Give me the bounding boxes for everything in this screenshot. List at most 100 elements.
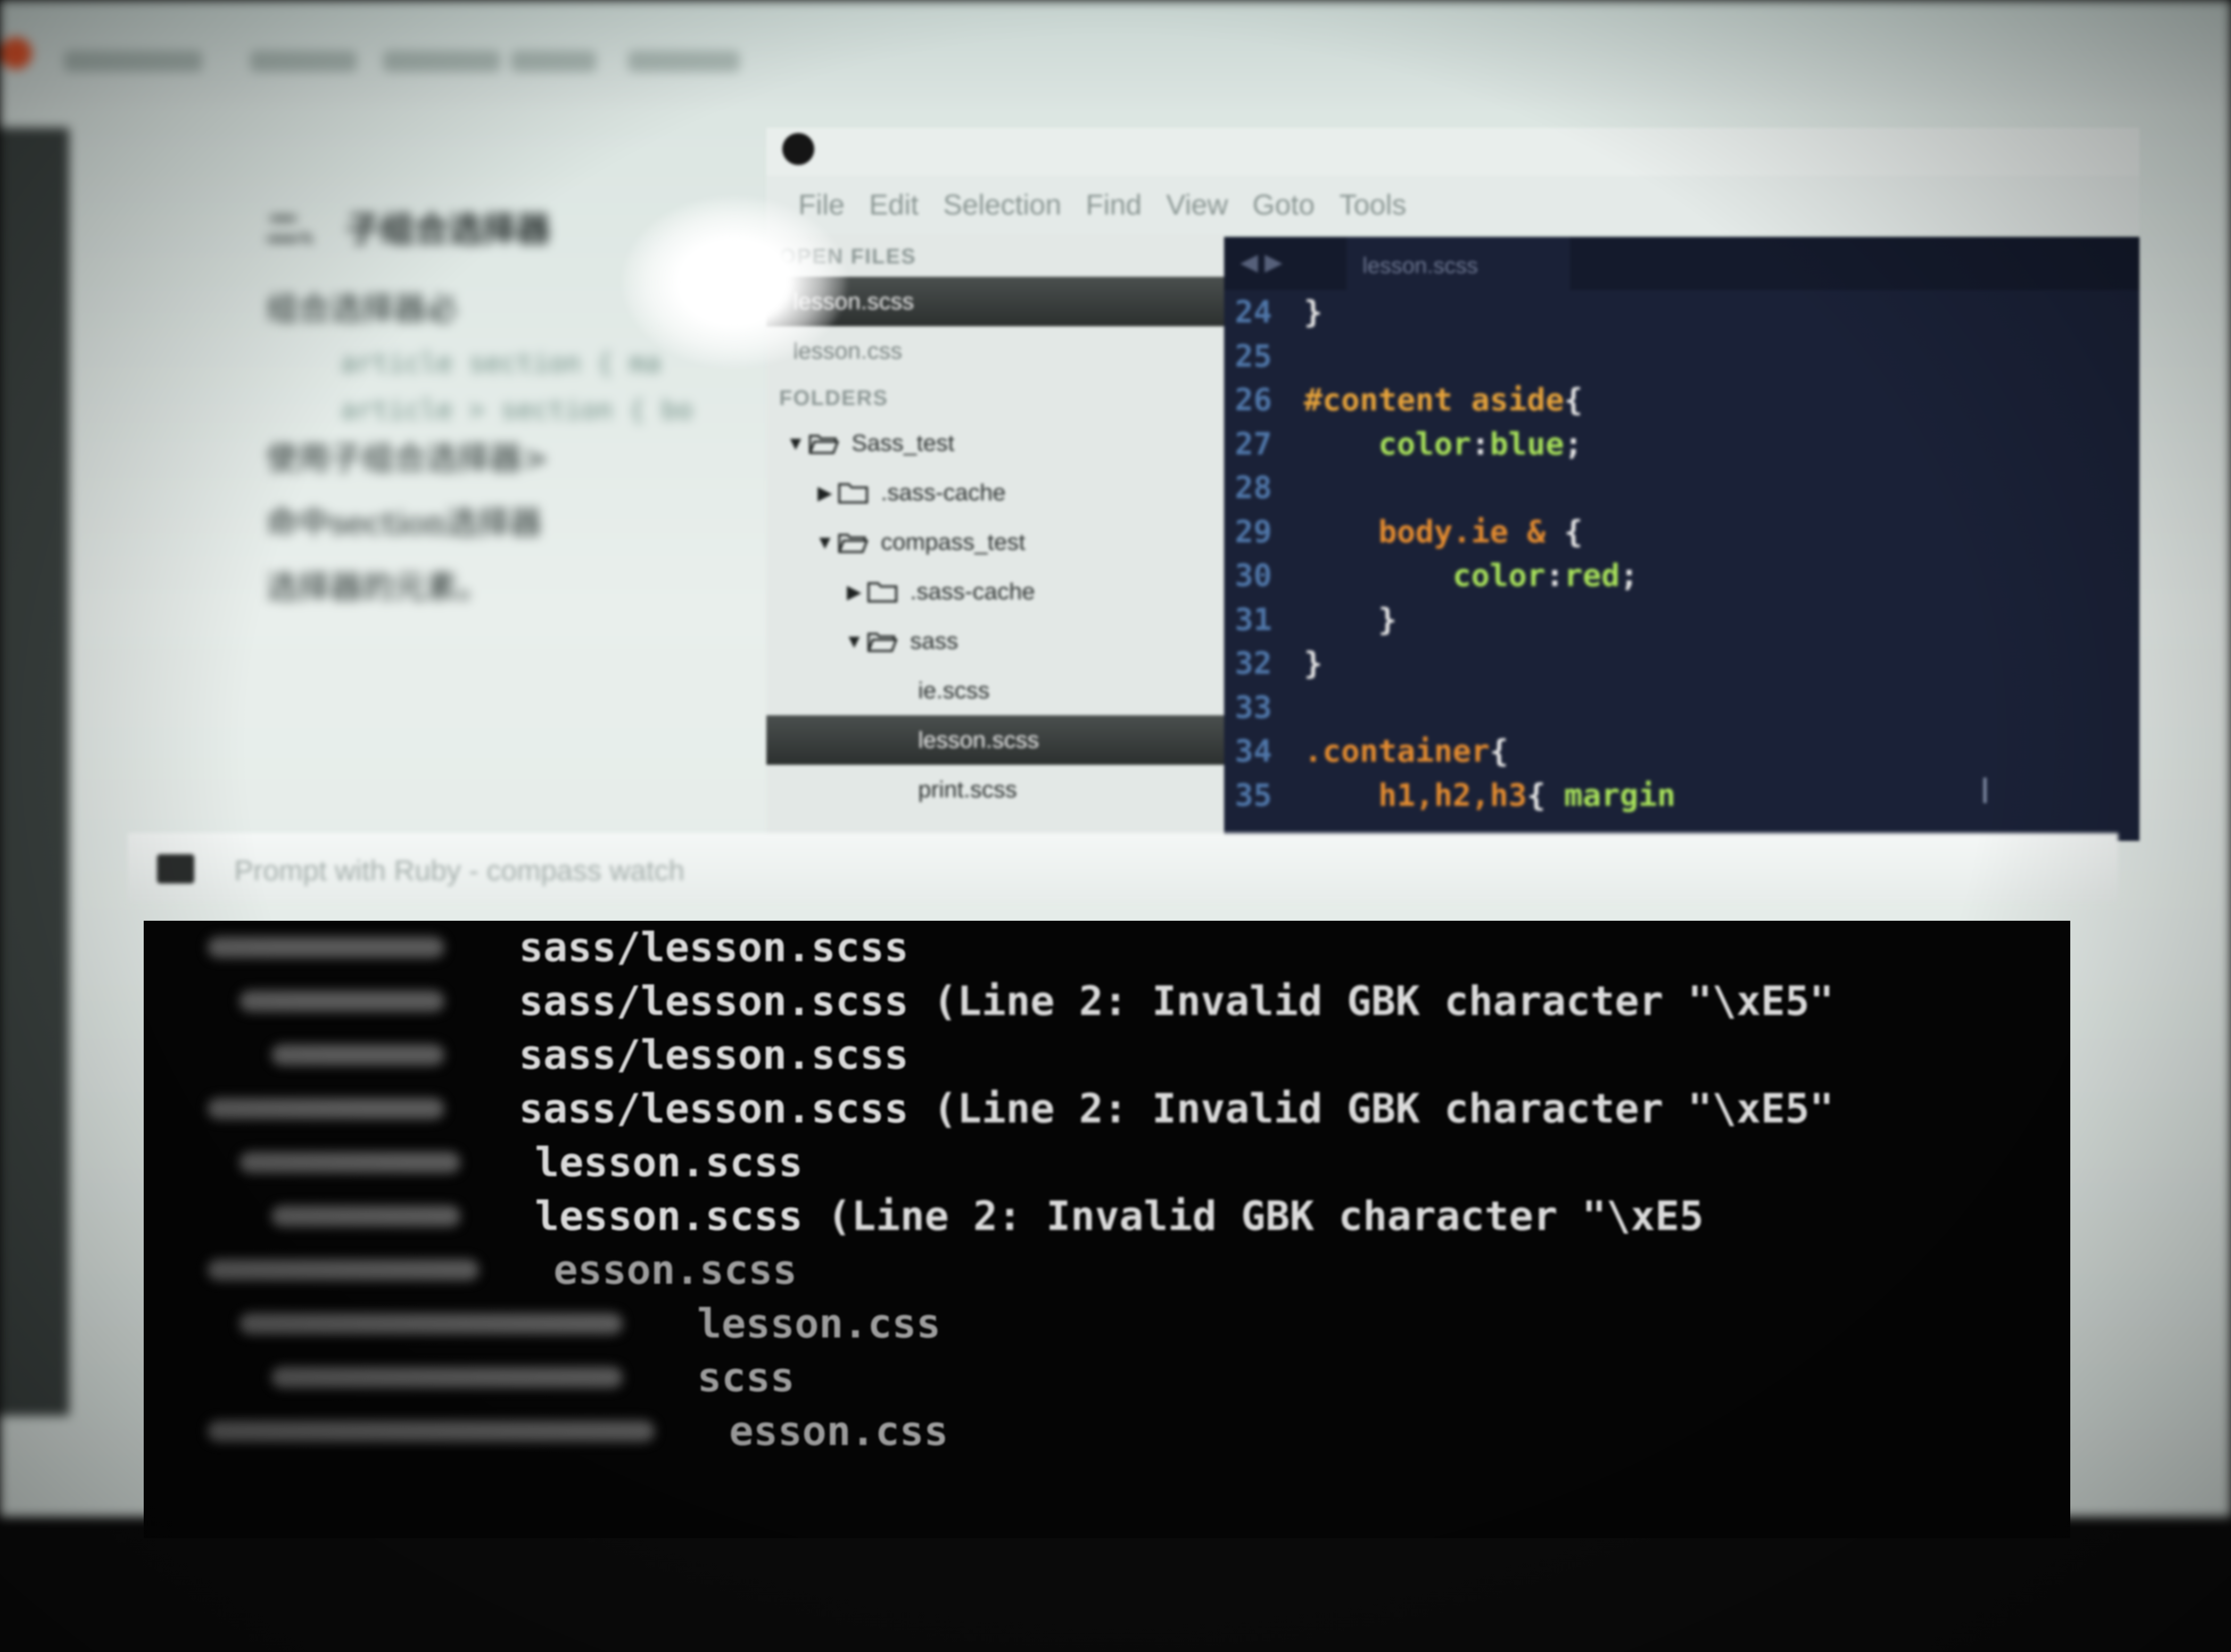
browser-tab[interactable] (64, 51, 202, 72)
text-cursor-icon: I (1980, 770, 1990, 811)
code-line[interactable]: 26 #content aside{ (1224, 378, 2139, 422)
cmd-blurred-prefix (208, 1420, 655, 1442)
disclosure-down-icon[interactable]: ▼ (812, 531, 838, 554)
page-sidebar (0, 128, 69, 1416)
cmd-output-line: lesson.scss (535, 1138, 803, 1192)
cmd-file-path: sass/lesson.scss (519, 977, 909, 1025)
cmd-blurred-prefix (271, 1367, 623, 1388)
cmd-blurred-prefix (239, 1152, 460, 1173)
folder-tree-file[interactable]: print.scss (766, 765, 1224, 814)
folder-icon (867, 581, 897, 602)
folder-tree-folder[interactable]: ▼ compass_test (766, 517, 1224, 567)
code-line[interactable]: 31 } (1224, 598, 2139, 642)
line-number: 32 (1235, 645, 1272, 682)
disclosure-right-icon[interactable]: ▶ (812, 482, 838, 504)
code-token: { (1564, 382, 1583, 418)
code-line[interactable]: 34 .container{ (1224, 729, 2139, 773)
menu-view[interactable]: View (1166, 188, 1228, 221)
cmd-blurred-prefix (208, 1259, 479, 1281)
code-line[interactable]: 30 color: red; (1224, 554, 2139, 598)
cmd-title-bar[interactable]: Prompt with Ruby - compass watch (128, 833, 2118, 902)
folder-open-icon (838, 532, 868, 553)
code-token: ; (1619, 557, 1639, 594)
tree-item-label: Sass_test (852, 429, 955, 456)
menu-tools[interactable]: Tools (1339, 188, 1406, 221)
line-number: 34 (1235, 733, 1272, 770)
cmd-file-path: scss (697, 1353, 795, 1401)
cmd-file-path: lesson.scss (535, 1192, 803, 1240)
cmd-file-path: sass/lesson.scss (519, 923, 909, 971)
editor-tab-lesson-scss[interactable]: lesson.scss (1346, 237, 1570, 290)
tree-item-label: .sass-cache (881, 479, 1006, 506)
browser-tab-strip (0, 0, 2231, 106)
editor-tab-bar: ◀ ▶ lesson.scss (1224, 237, 2139, 290)
folder-tree-file[interactable]: lesson.scss (766, 715, 1224, 765)
cmd-file-path: lesson.scss (535, 1138, 803, 1186)
code-token: ; (1564, 425, 1583, 462)
code-line[interactable]: 27 color: blue; (1224, 422, 2139, 466)
code-token: #content aside (1304, 382, 1564, 418)
code-editor[interactable]: ◀ ▶ lesson.scss 24} 25 26 #content aside{27… (1224, 237, 2139, 841)
cmd-blurred-prefix (239, 1313, 623, 1334)
cmd-file-path: sass/lesson.scss (519, 1085, 909, 1132)
sublime-menu-bar: File Edit Selection Find View Goto Tools (766, 176, 2139, 234)
folder-tree-folder[interactable]: ▼ Sass_test (766, 418, 1224, 468)
cmd-error-message: (Line 2: Invalid GBK character "\xE5" (908, 977, 1834, 1025)
code-token: : (1545, 557, 1564, 594)
menu-goto[interactable]: Goto (1252, 188, 1315, 221)
code-token: color (1452, 557, 1546, 594)
code-token: } (1304, 601, 1397, 638)
line-number: 26 (1235, 382, 1272, 418)
menu-selection[interactable]: Selection (943, 188, 1061, 221)
code-token: .container (1304, 733, 1490, 770)
cmd-output-line: lesson.css (697, 1300, 941, 1353)
code-line[interactable]: 35 h1,h2,h3{ margin (1224, 773, 2139, 817)
editor-text-area[interactable]: 24} 25 26 #content aside{27 color: blue; 28 29… (1224, 290, 2139, 817)
browser-tab[interactable] (628, 51, 740, 72)
cmd-output-line: sass/lesson.scss (519, 1031, 908, 1084)
browser-tab[interactable] (250, 51, 357, 72)
menu-find[interactable]: Find (1086, 188, 1142, 221)
folder-tree-file[interactable]: ie.scss (766, 666, 1224, 715)
code-token: : (1471, 425, 1490, 462)
article-paragraph: 选择器的元素。 (266, 569, 490, 606)
cmd-output-line: esson.scss (553, 1246, 797, 1299)
folder-tree-folder[interactable]: ▶ .sass-cache (766, 567, 1224, 616)
browser-tab[interactable] (383, 51, 500, 72)
disclosure-down-icon[interactable]: ▼ (782, 432, 809, 455)
cmd-output-line: esson.css (729, 1407, 948, 1460)
code-line[interactable]: 24} (1224, 290, 2139, 334)
line-number: 25 (1235, 337, 1272, 374)
folder-tree-folder[interactable]: ▶ .sass-cache (766, 468, 1224, 517)
cmd-file-path: esson.css (729, 1407, 948, 1455)
line-number: 31 (1235, 601, 1272, 638)
cmd-output-area[interactable]: sass/lesson.scss sass/lesson.scss (Line 2… (144, 921, 2070, 1538)
cmd-output-line: sass/lesson.scss (Line 2: Invalid GBK ch… (519, 977, 1834, 1030)
disclosure-right-icon[interactable]: ▶ (841, 581, 867, 603)
editor-tab-label: lesson.scss (1362, 253, 1478, 278)
line-number: 27 (1235, 425, 1272, 462)
cmd-output-line: scss (697, 1353, 795, 1407)
code-line[interactable]: 28 (1224, 466, 2139, 510)
disclosure-down-icon[interactable]: ▼ (841, 630, 867, 652)
browser-tab[interactable] (511, 51, 596, 72)
folder-tree-folder[interactable]: ▼ sass (766, 616, 1224, 666)
open-file-item[interactable]: lesson.css (766, 326, 1224, 376)
code-line[interactable]: 25 (1224, 334, 2139, 378)
code-line[interactable]: 32} (1224, 641, 2139, 685)
article-paragraph: 使用子组合选择器> (266, 440, 549, 477)
line-number: 33 (1235, 689, 1272, 725)
screen-glare (623, 197, 846, 367)
webcam-dot (782, 133, 814, 165)
menu-edit[interactable]: Edit (869, 188, 919, 221)
code-token: } (1304, 294, 1323, 331)
code-token: blue (1490, 425, 1564, 462)
cmd-blurred-prefix (208, 937, 444, 958)
tab-nav-arrows-icon[interactable]: ◀ ▶ (1240, 249, 1283, 276)
code-token: } (1304, 645, 1323, 682)
code-line[interactable]: 29 body.ie & { (1224, 510, 2139, 554)
code-line[interactable]: 33 (1224, 685, 2139, 730)
